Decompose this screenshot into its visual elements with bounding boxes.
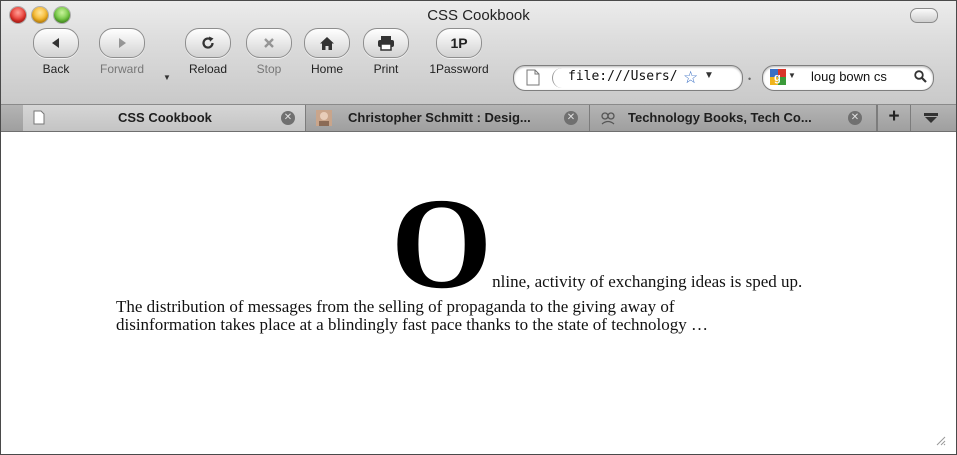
reload-button[interactable]: Reload <box>178 28 238 76</box>
paragraph-line-3: disinformation takes place at a blinding… <box>116 315 709 334</box>
reload-button-shape[interactable] <box>185 28 231 58</box>
document-icon <box>33 110 45 125</box>
tab-css-cookbook[interactable]: CSS Cookbook ✕ <box>23 105 306 131</box>
toolbar-toggle-button[interactable] <box>910 8 938 23</box>
forward-button[interactable]: Forward <box>92 28 152 76</box>
forward-label: Forward <box>99 62 144 76</box>
back-label: Back <box>42 62 70 76</box>
stop-x-icon <box>264 38 274 48</box>
onepassword-icon: 1P <box>450 35 468 51</box>
reload-label: Reload <box>188 62 228 76</box>
stop-button-shape[interactable] <box>246 28 292 58</box>
window-title: CSS Cookbook <box>427 7 530 24</box>
stop-button[interactable]: Stop <box>239 28 299 76</box>
tab-close-icon[interactable]: ✕ <box>564 111 578 125</box>
back-arrow-icon <box>52 38 59 48</box>
paragraph-line-1: Online, activity of exchanging ideas is … <box>391 172 803 316</box>
drop-cap-letter: O <box>391 172 493 316</box>
document-icon <box>526 69 540 86</box>
browser-toolbar: CSS Cookbook Back Forward ▼ Reload Stop … <box>1 1 956 104</box>
stop-label: Stop <box>256 62 282 76</box>
new-tab-plus-icon[interactable]: + <box>877 105 911 131</box>
oreilly-tarsier-favicon-icon <box>601 112 615 125</box>
home-button[interactable]: Home <box>297 28 357 76</box>
url-text[interactable]: file:///Users/ch <box>568 69 678 84</box>
window-resize-grip-icon[interactable] <box>934 434 946 446</box>
portrait-favicon-icon <box>316 110 332 126</box>
google-search-engine-icon[interactable]: g <box>770 69 786 85</box>
tab-technology-books[interactable]: Technology Books, Tech Co... ✕ <box>590 105 877 131</box>
address-bar-divider <box>552 68 565 88</box>
onepassword-label: 1Password <box>429 62 489 76</box>
back-button-shape[interactable] <box>33 28 79 58</box>
home-icon <box>320 36 334 50</box>
search-query-text[interactable]: loug bown cs <box>811 69 915 84</box>
url-history-dropdown-icon[interactable]: ▼ <box>704 70 714 81</box>
bookmark-star-icon[interactable]: ☆ <box>683 68 698 88</box>
search-bar[interactable]: g ▼ loug bown cs <box>762 65 934 91</box>
back-button[interactable]: Back <box>26 28 86 76</box>
tab-christopher-schmitt[interactable]: Christopher Schmitt : Desig... ✕ <box>306 105 590 131</box>
printer-icon <box>378 36 394 51</box>
forward-button-shape[interactable] <box>99 28 145 58</box>
tab-title: CSS Cookbook <box>118 110 212 125</box>
tab-title: Technology Books, Tech Co... <box>628 110 812 125</box>
home-label: Home <box>310 62 343 76</box>
tab-list-icon[interactable] <box>910 105 956 131</box>
onepassword-button[interactable]: 1P 1Password <box>429 28 489 76</box>
address-bar[interactable]: file:///Users/ch ☆ ▼ <box>513 65 743 91</box>
bar-resize-handle[interactable]: • <box>748 74 751 84</box>
magnifier-search-icon[interactable] <box>914 70 927 83</box>
svg-text:g: g <box>774 72 781 84</box>
print-button-shape[interactable] <box>363 28 409 58</box>
reload-icon <box>202 36 214 49</box>
home-button-shape[interactable] <box>304 28 350 58</box>
forward-arrow-icon <box>119 38 126 48</box>
tab-title: Christopher Schmitt : Desig... <box>348 110 531 125</box>
history-dropdown-icon[interactable]: ▼ <box>163 73 171 82</box>
browser-window: CSS Cookbook Back Forward ▼ Reload Stop … <box>0 0 957 455</box>
onepassword-button-shape[interactable]: 1P <box>436 28 482 58</box>
paragraph-line-1-text: nline, activity of exchanging ideas is s… <box>492 272 803 291</box>
page-content: Online, activity of exchanging ideas is … <box>1 132 956 454</box>
print-button[interactable]: Print <box>356 28 416 76</box>
tab-close-icon[interactable]: ✕ <box>848 111 862 125</box>
search-engine-dropdown-icon[interactable]: ▼ <box>788 71 796 80</box>
paragraph-line-2: The distribution of messages from the se… <box>116 297 675 316</box>
tab-close-icon[interactable]: ✕ <box>281 111 295 125</box>
tab-bar: CSS Cookbook ✕ Christopher Schmitt : Des… <box>1 104 956 132</box>
print-label: Print <box>373 62 399 76</box>
